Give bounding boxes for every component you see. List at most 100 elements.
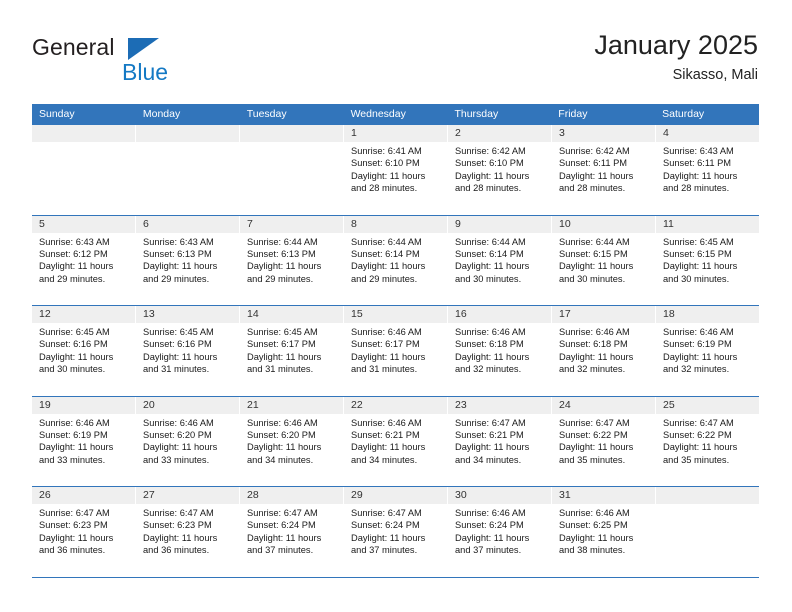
day-details: Sunrise: 6:45 AM Sunset: 6:17 PM Daylight:… [240, 323, 343, 376]
day-details: Sunrise: 6:46 AM Sunset: 6:19 PM Daylight:… [32, 414, 135, 467]
sunrise-text: Sunrise: 6:45 AM [39, 327, 110, 337]
calendar-day-cell-empty [240, 125, 344, 215]
day-number [656, 487, 759, 504]
calendar-day-cell[interactable]: 31 Sunrise: 6:46 AM Sunset: 6:25 PM Dayligh… [552, 487, 656, 577]
page-header: General Blue January 2025 Sikasso, Mali [32, 28, 758, 96]
day-number: 15 [344, 306, 447, 323]
calendar-day-cell[interactable]: 4 Sunrise: 6:43 AM Sunset: 6:11 PM Daylight… [656, 125, 759, 215]
calendar-day-cell[interactable]: 20 Sunrise: 6:46 AM Sunset: 6:20 PM Dayligh… [136, 396, 240, 486]
calendar-day-cell[interactable]: 22 Sunrise: 6:46 AM Sunset: 6:21 PM Dayligh… [344, 396, 448, 486]
day-number: 18 [656, 306, 759, 323]
calendar-day-cell[interactable]: 18 Sunrise: 6:46 AM Sunset: 6:19 PM Dayligh… [656, 306, 759, 396]
calendar-day-cell-empty [656, 487, 759, 577]
daylight-text-line2: and 33 minutes. [39, 454, 106, 465]
calendar-week-row: 1 Sunrise: 6:41 AM Sunset: 6:10 PM Daylight… [32, 125, 759, 216]
day-details: Sunrise: 6:41 AM Sunset: 6:10 PM Daylight:… [344, 142, 447, 195]
calendar-day-cell[interactable]: 24 Sunrise: 6:47 AM Sunset: 6:22 PM Dayligh… [552, 396, 656, 486]
calendar-day-cell[interactable]: 27 Sunrise: 6:47 AM Sunset: 6:23 PM Dayligh… [136, 487, 240, 577]
sunrise-text: Sunrise: 6:47 AM [247, 508, 318, 518]
calendar-day-cell[interactable]: 25 Sunrise: 6:47 AM Sunset: 6:22 PM Dayligh… [656, 396, 759, 487]
calendar-day-cell[interactable]: 3 Sunrise: 6:42 AM Sunset: 6:11 PM Daylight… [552, 125, 656, 215]
day-number: 10 [552, 215, 655, 233]
calendar-day-cell[interactable]: 2 Sunrise: 6:42 AM Sunset: 6:10 PM Daylight… [448, 125, 552, 215]
day-number: 29 [344, 487, 447, 504]
daylight-text-line1: Daylight: 11 hours [663, 261, 738, 272]
daylight-text-line2: and 30 minutes. [559, 273, 626, 284]
daylight-text-line2: and 28 minutes. [663, 183, 730, 194]
calendar-day-cell[interactable]: 5 Sunrise: 6:43 AM Sunset: 6:12 PM Daylight… [32, 215, 136, 305]
daylight-text-line1: Daylight: 11 hours [247, 442, 322, 453]
calendar-day-cell[interactable]: 30 Sunrise: 6:46 AM Sunset: 6:24 PM Dayligh… [448, 487, 552, 577]
calendar-week-row: 5 Sunrise: 6:43 AM Sunset: 6:12 PM Daylight… [32, 215, 759, 306]
sunrise-text: Sunrise: 6:42 AM [559, 146, 630, 156]
sunset-text: Sunset: 6:10 PM [455, 158, 524, 169]
sunrise-text: Sunrise: 6:46 AM [455, 508, 526, 518]
day-details: Sunrise: 6:45 AM Sunset: 6:16 PM Daylight:… [136, 323, 239, 376]
day-number: 24 [552, 396, 655, 414]
daylight-text-line2: and 38 minutes. [559, 545, 626, 556]
calendar-day-cell-empty [136, 125, 240, 215]
day-number: 26 [32, 487, 135, 504]
day-number: 19 [32, 396, 135, 414]
sunset-text: Sunset: 6:23 PM [39, 520, 108, 531]
calendar-day-cell[interactable]: 9 Sunrise: 6:44 AM Sunset: 6:14 PM Daylight… [448, 215, 552, 305]
sunset-text: Sunset: 6:19 PM [39, 429, 108, 440]
sunrise-text: Sunrise: 6:47 AM [351, 508, 422, 518]
calendar-day-cell[interactable]: 19 Sunrise: 6:46 AM Sunset: 6:19 PM Dayligh… [32, 396, 136, 486]
day-details: Sunrise: 6:47 AM Sunset: 6:23 PM Daylight:… [136, 504, 239, 557]
calendar-day-cell[interactable]: 8 Sunrise: 6:44 AM Sunset: 6:14 PM Daylight… [344, 215, 448, 305]
calendar-day-cell[interactable]: 28 Sunrise: 6:47 AM Sunset: 6:24 PM Dayligh… [240, 487, 344, 577]
sunset-text: Sunset: 6:24 PM [455, 520, 524, 531]
daylight-text-line1: Daylight: 11 hours [455, 261, 530, 272]
sunrise-text: Sunrise: 6:46 AM [247, 417, 318, 428]
daylight-text-line2: and 28 minutes. [455, 183, 522, 194]
sunrise-text: Sunrise: 6:41 AM [351, 146, 422, 156]
calendar-day-cell[interactable]: 10 Sunrise: 6:44 AM Sunset: 6:15 PM Dayligh… [552, 215, 656, 305]
sunset-text: Sunset: 6:20 PM [247, 429, 316, 440]
weekday-header-wednesday: Wednesday [350, 108, 406, 120]
daylight-text-line2: and 28 minutes. [351, 183, 418, 194]
daylight-text-line2: and 30 minutes. [663, 273, 730, 284]
day-number: 30 [448, 487, 551, 504]
calendar-day-cell[interactable]: 26 Sunrise: 6:47 AM Sunset: 6:23 PM Dayligh… [32, 487, 136, 577]
sunset-text: Sunset: 6:23 PM [143, 520, 212, 531]
sunrise-text: Sunrise: 6:46 AM [351, 327, 422, 337]
sunrise-text: Sunrise: 6:44 AM [247, 236, 318, 247]
daylight-text-line2: and 32 minutes. [663, 364, 730, 375]
sunset-text: Sunset: 6:10 PM [351, 158, 420, 169]
calendar-day-cell[interactable]: 14 Sunrise: 6:45 AM Sunset: 6:17 PM Dayligh… [240, 306, 344, 396]
day-details: Sunrise: 6:46 AM Sunset: 6:18 PM Daylight:… [552, 323, 655, 376]
weekday-header-tuesday: Tuesday [246, 108, 287, 120]
day-number: 8 [344, 215, 447, 233]
calendar-day-cell[interactable]: 16 Sunrise: 6:46 AM Sunset: 6:18 PM Dayligh… [448, 306, 552, 396]
day-details: Sunrise: 6:44 AM Sunset: 6:14 PM Daylight:… [448, 233, 551, 286]
calendar-day-cell[interactable]: 15 Sunrise: 6:46 AM Sunset: 6:17 PM Dayligh… [344, 306, 448, 396]
calendar-day-cell[interactable]: 17 Sunrise: 6:46 AM Sunset: 6:18 PM Dayligh… [552, 306, 656, 396]
calendar-day-cell[interactable]: 13 Sunrise: 6:45 AM Sunset: 6:16 PM Dayligh… [136, 306, 240, 396]
day-details: Sunrise: 6:46 AM Sunset: 6:20 PM Daylight:… [136, 414, 239, 467]
sunrise-text: Sunrise: 6:44 AM [455, 236, 526, 247]
daylight-text-line1: Daylight: 11 hours [39, 351, 114, 362]
day-details: Sunrise: 6:47 AM Sunset: 6:24 PM Daylight:… [344, 504, 447, 557]
calendar-day-cell[interactable]: 21 Sunrise: 6:46 AM Sunset: 6:20 PM Dayligh… [240, 396, 344, 486]
sunset-text: Sunset: 6:15 PM [559, 248, 628, 259]
brand-logo[interactable]: General Blue [32, 34, 262, 92]
day-number: 1 [344, 125, 447, 142]
day-number: 28 [240, 487, 343, 504]
sunrise-text: Sunrise: 6:46 AM [455, 327, 526, 337]
weekday-header-row: Sunday Monday Tuesday Wednesday Thursday… [32, 104, 759, 125]
calendar-day-cell[interactable]: 12 Sunrise: 6:45 AM Sunset: 6:16 PM Dayligh… [32, 306, 136, 396]
daylight-text-line2: and 34 minutes. [247, 454, 314, 465]
day-number: 16 [448, 306, 551, 323]
calendar-day-cell[interactable]: 7 Sunrise: 6:44 AM Sunset: 6:13 PM Daylight… [240, 215, 344, 305]
calendar-day-cell[interactable]: 11 Sunrise: 6:45 AM Sunset: 6:15 PM Dayligh… [656, 215, 759, 306]
daylight-text-line2: and 37 minutes. [351, 545, 418, 556]
sunset-text: Sunset: 6:20 PM [143, 429, 212, 440]
calendar-day-cell[interactable]: 29 Sunrise: 6:47 AM Sunset: 6:24 PM Dayligh… [344, 487, 448, 577]
calendar-day-cell[interactable]: 6 Sunrise: 6:43 AM Sunset: 6:13 PM Daylight… [136, 215, 240, 305]
daylight-text-line1: Daylight: 11 hours [455, 351, 530, 362]
calendar-day-cell[interactable]: 1 Sunrise: 6:41 AM Sunset: 6:10 PM Daylight… [344, 125, 448, 215]
calendar-day-cell[interactable]: 23 Sunrise: 6:47 AM Sunset: 6:21 PM Dayligh… [448, 396, 552, 486]
weekday-header-monday: Monday [142, 108, 181, 120]
sunset-text: Sunset: 6:14 PM [455, 248, 524, 259]
